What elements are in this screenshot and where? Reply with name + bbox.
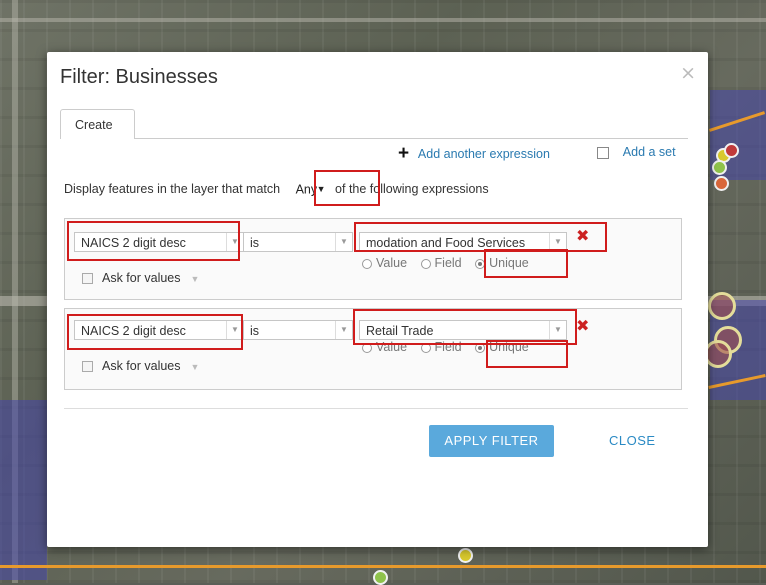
chevron-down-icon: ▼ bbox=[549, 321, 566, 339]
radio-button[interactable] bbox=[362, 258, 372, 269]
radio-unique-option[interactable]: Unique bbox=[475, 256, 529, 270]
plus-icon: + bbox=[398, 143, 410, 164]
match-prefix-text: Display features in the layer that match bbox=[64, 182, 281, 196]
close-icon[interactable]: × bbox=[680, 62, 696, 84]
add-expression-link[interactable]: + Add another expression bbox=[398, 142, 550, 164]
value-select-2[interactable]: Retail Trade ▼ bbox=[359, 320, 567, 340]
ask-for-values-checkbox[interactable] bbox=[82, 273, 93, 285]
chevron-down-icon: ▼ bbox=[190, 274, 200, 284]
chevron-down-icon: ▼ bbox=[190, 362, 200, 372]
radio-label: Value bbox=[376, 340, 408, 354]
field-select-1[interactable]: NAICS 2 digit desc ▼ bbox=[74, 232, 244, 252]
add-expression-label: Add another expression bbox=[417, 147, 550, 161]
tab-create[interactable]: Create bbox=[60, 109, 135, 139]
delete-expression-icon[interactable]: ✖ bbox=[576, 226, 589, 245]
operator-select-value: is bbox=[250, 324, 260, 338]
operator-select-2[interactable]: is ▼ bbox=[243, 320, 353, 340]
ask-for-values-checkbox[interactable] bbox=[82, 361, 93, 373]
add-set-checkbox[interactable] bbox=[597, 146, 609, 159]
tab-divider bbox=[60, 138, 688, 139]
value-type-radios-1: Value Field Unique bbox=[362, 256, 539, 270]
radio-label: Unique bbox=[489, 340, 529, 354]
close-button[interactable]: CLOSE bbox=[609, 433, 656, 448]
radio-value-option[interactable]: Value bbox=[362, 256, 407, 270]
radio-label: Field bbox=[434, 340, 462, 354]
expression-box-1: NAICS 2 digit desc ▼ is ▼ modation and F… bbox=[64, 218, 682, 300]
value-select-1[interactable]: modation and Food Services ▼ bbox=[359, 232, 567, 252]
match-suffix-text: of the following expressions bbox=[335, 182, 489, 196]
value-select-value: modation and Food Services bbox=[366, 236, 526, 250]
add-set-label: Add a set bbox=[622, 145, 676, 159]
radio-label: Unique bbox=[489, 256, 529, 270]
radio-button[interactable] bbox=[420, 258, 431, 269]
delete-expression-icon[interactable]: ✖ bbox=[576, 316, 589, 335]
radio-field-option[interactable]: Field bbox=[420, 340, 462, 354]
chevron-down-icon: ▼ bbox=[226, 233, 243, 251]
dialog-title: Filter: Businesses bbox=[60, 66, 218, 88]
chevron-down-icon: ▼ bbox=[549, 233, 566, 251]
ask-for-values-2[interactable]: Ask for values ▼ bbox=[82, 359, 199, 373]
match-select-value: Any bbox=[295, 182, 318, 197]
filter-dialog: Filter: Businesses × Create + Add anothe… bbox=[47, 52, 708, 547]
add-set-option[interactable]: Add a set bbox=[597, 145, 676, 159]
radio-value-option[interactable]: Value bbox=[362, 340, 407, 354]
operator-select-1[interactable]: is ▼ bbox=[243, 232, 353, 252]
chevron-down-icon: ▼ bbox=[316, 184, 326, 194]
match-select[interactable]: Any ▼ bbox=[290, 179, 330, 199]
field-select-value: NAICS 2 digit desc bbox=[81, 324, 186, 338]
footer-divider bbox=[64, 408, 688, 409]
ask-for-values-label: Ask for values bbox=[102, 359, 181, 373]
ask-for-values-label: Ask for values bbox=[102, 271, 181, 285]
chevron-down-icon: ▼ bbox=[335, 233, 352, 251]
match-row: Display features in the layer that match… bbox=[64, 179, 489, 199]
value-select-value: Retail Trade bbox=[366, 324, 434, 338]
radio-button[interactable] bbox=[362, 342, 372, 353]
field-select-value: NAICS 2 digit desc bbox=[81, 236, 186, 250]
expression-box-2: NAICS 2 digit desc ▼ is ▼ Retail Trade ▼… bbox=[64, 308, 682, 390]
field-select-2[interactable]: NAICS 2 digit desc ▼ bbox=[74, 320, 244, 340]
chevron-down-icon: ▼ bbox=[226, 321, 243, 339]
ask-for-values-1[interactable]: Ask for values ▼ bbox=[82, 271, 199, 285]
radio-button-selected[interactable] bbox=[475, 258, 486, 269]
radio-button[interactable] bbox=[420, 342, 431, 353]
operator-select-value: is bbox=[250, 236, 260, 250]
radio-label: Field bbox=[434, 256, 462, 270]
radio-field-option[interactable]: Field bbox=[420, 256, 462, 270]
chevron-down-icon: ▼ bbox=[335, 321, 352, 339]
radio-unique-option[interactable]: Unique bbox=[475, 340, 529, 354]
radio-button-selected[interactable] bbox=[475, 342, 486, 353]
apply-filter-button[interactable]: APPLY FILTER bbox=[429, 425, 554, 457]
value-type-radios-2: Value Field Unique bbox=[362, 340, 539, 354]
radio-label: Value bbox=[376, 256, 408, 270]
